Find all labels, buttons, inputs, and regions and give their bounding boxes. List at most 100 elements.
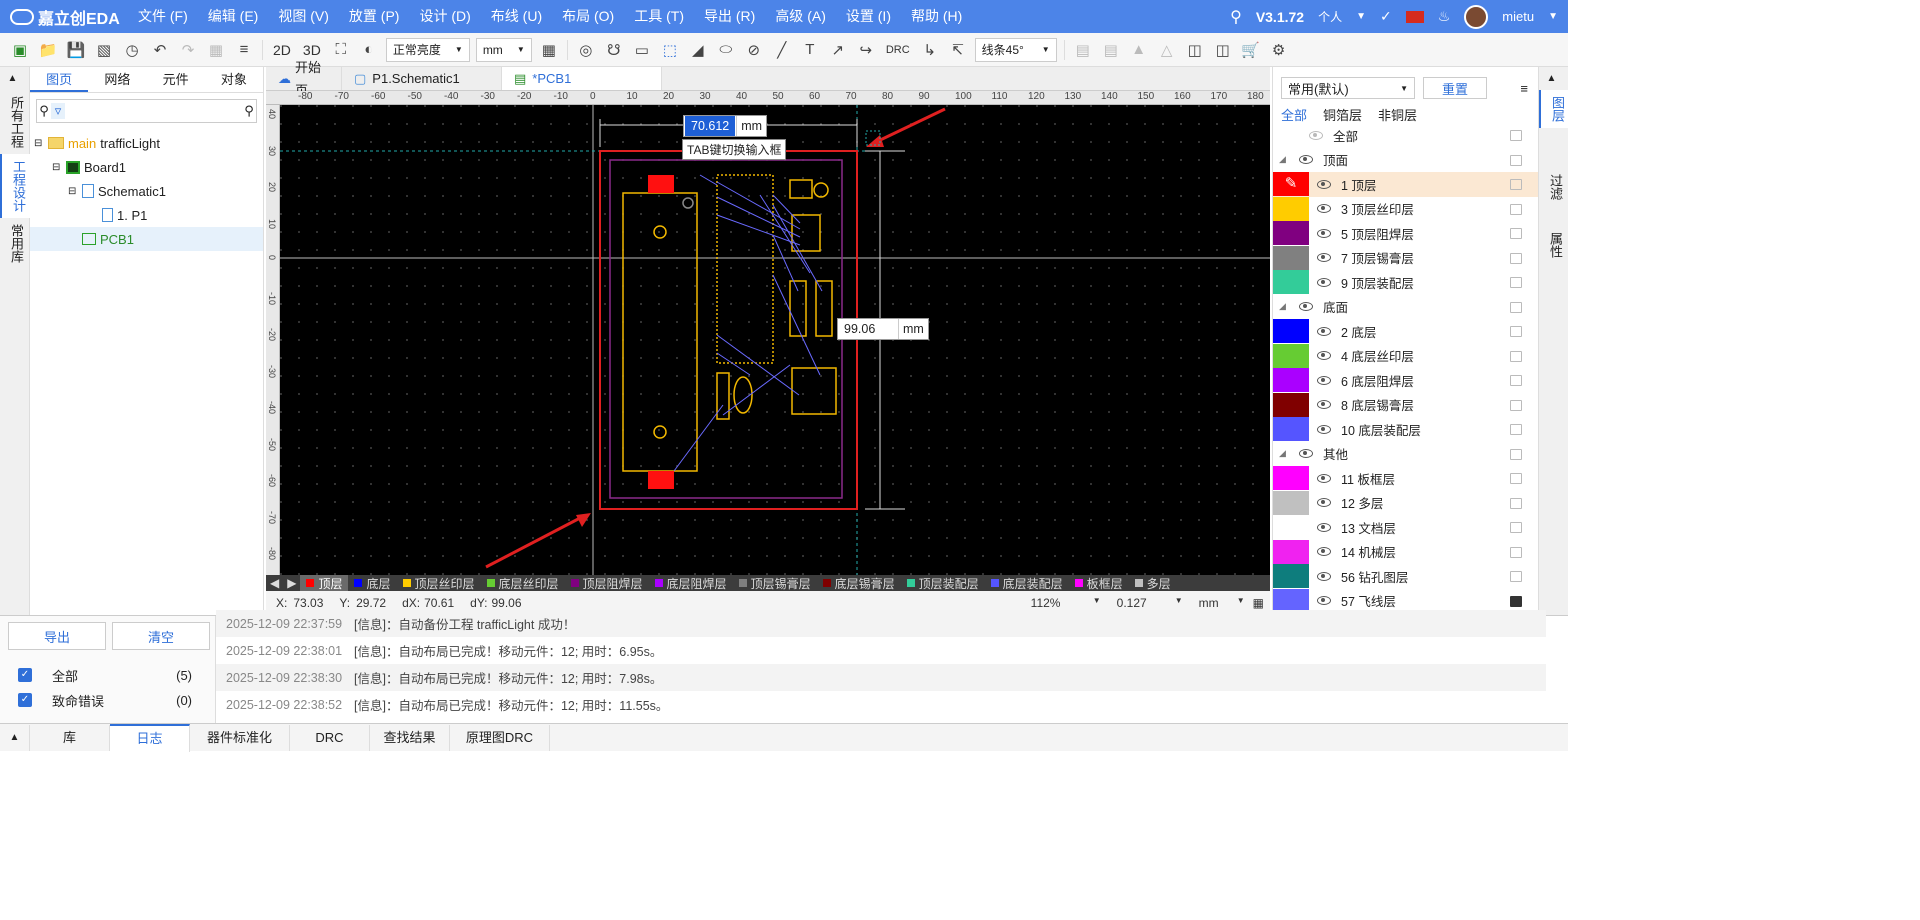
eye-icon[interactable]	[1317, 375, 1331, 385]
export-log-button[interactable]: 导出	[8, 622, 106, 650]
clear-log-button[interactable]: 清空	[112, 622, 210, 650]
tab-nets[interactable]: 网络	[88, 67, 146, 92]
layer-bar-item[interactable]: 多层	[1129, 575, 1177, 592]
layer-color-swatch[interactable]	[1273, 564, 1309, 589]
unlock-icon[interactable]	[1510, 522, 1522, 533]
layer-row[interactable]: 5 顶层阻焊层	[1273, 221, 1538, 246]
unlock-icon[interactable]	[1510, 326, 1522, 337]
redo-icon[interactable]: ↷	[174, 37, 202, 63]
layer-bar-item[interactable]: 顶层阻焊层	[565, 575, 649, 592]
text-icon[interactable]: T	[796, 37, 824, 63]
eye-icon[interactable]	[1299, 302, 1313, 312]
select-region-icon[interactable]: ⬚	[656, 37, 684, 63]
unit-select[interactable]: mm ▼	[475, 37, 532, 62]
distribute-icon[interactable]: ▤	[1097, 37, 1125, 63]
tree-search-input[interactable]	[65, 101, 242, 121]
checkbox-checked-icon[interactable]: ✓	[18, 693, 32, 707]
menu-route[interactable]: 布线 (U)	[481, 0, 552, 33]
unlock-icon[interactable]	[1510, 179, 1522, 190]
layer-settings-icon[interactable]: ≡	[1520, 81, 1528, 96]
layer-bar-item[interactable]: 顶层丝印层	[397, 575, 481, 592]
save-all-icon[interactable]: ▧	[90, 37, 118, 63]
align-left-icon[interactable]: ▤	[1069, 37, 1097, 63]
lock-icon[interactable]	[1510, 595, 1522, 607]
reset-button[interactable]: 重置	[1423, 77, 1487, 99]
layer-color-swatch[interactable]	[1273, 417, 1309, 442]
layer-filter-all[interactable]: 全部	[1281, 105, 1307, 123]
brightness-select[interactable]: 正常亮度 ▼	[385, 37, 470, 62]
layer-bar-item[interactable]: 底层阻焊层	[649, 575, 733, 592]
drc-button[interactable]: DRC	[880, 44, 916, 56]
eye-icon[interactable]	[1317, 253, 1331, 263]
scroll-left-icon[interactable]: ◀	[266, 576, 283, 590]
menu-design[interactable]: 设计 (D)	[409, 0, 480, 33]
layer-row[interactable]: 12 多层	[1273, 490, 1538, 516]
pcb-canvas[interactable]: 70.612 mm TAB键切换输入框 99.06 mm	[280, 105, 1270, 575]
unlock-icon[interactable]	[1510, 399, 1522, 411]
menu-file[interactable]: 文件 (F)	[128, 0, 198, 33]
polygon-icon[interactable]: ◢	[684, 37, 712, 63]
find-icon[interactable]: ≡	[230, 37, 258, 63]
layer-row[interactable]: 9 顶层装配层	[1273, 270, 1538, 295]
grid-size-select[interactable]: 0.127 ▼	[1117, 596, 1183, 610]
search-icon[interactable]: ⚲	[242, 103, 256, 119]
layer-color-swatch[interactable]	[1273, 196, 1309, 221]
layer-color-swatch[interactable]	[1273, 539, 1309, 564]
layer-row[interactable]: ✎ 1 顶层	[1273, 172, 1538, 197]
unlock-icon[interactable]	[1510, 277, 1522, 288]
layer-group-row[interactable]: 全部	[1273, 123, 1538, 148]
side-tab-filter[interactable]: 过滤	[1539, 168, 1572, 206]
tab-objects[interactable]: 对象	[205, 67, 263, 92]
open-folder-icon[interactable]: 📁	[34, 37, 62, 63]
chevron-down-icon[interactable]: ▼	[1356, 11, 1366, 22]
view-2d-button[interactable]: 2D	[267, 42, 297, 58]
order-pcb-icon[interactable]: 🛒	[1237, 37, 1265, 63]
grid-align-icon[interactable]: ▦	[202, 37, 230, 63]
zoom-select[interactable]: 112% ▼	[1031, 596, 1101, 610]
menu-view[interactable]: 视图 (V)	[268, 0, 339, 33]
layer-color-swatch[interactable]	[1273, 515, 1309, 540]
route-icon[interactable]: ↳	[916, 37, 944, 63]
unlock-icon[interactable]	[1510, 546, 1522, 558]
diff-pair-icon[interactable]: ↸	[944, 37, 972, 63]
eye-icon[interactable]	[1317, 596, 1331, 606]
height-value[interactable]: 99.06	[838, 319, 898, 339]
tab-pages[interactable]: 图页	[30, 67, 89, 92]
tree-item-board[interactable]: ⊟ Board1	[30, 155, 263, 179]
layer-color-swatch[interactable]	[1273, 270, 1309, 295]
layer-row[interactable]: 2 底层	[1273, 319, 1538, 344]
width-dimension-input[interactable]: 70.612 mm	[683, 115, 768, 137]
unlock-icon[interactable]	[1510, 154, 1522, 166]
layer-row[interactable]: 6 底层阻焊层	[1273, 368, 1538, 393]
account-type[interactable]: 个人	[1318, 8, 1342, 25]
side-tab-layers[interactable]: 图层	[1539, 90, 1574, 128]
layer-bar-item[interactable]: 底层锡膏层	[817, 575, 901, 592]
line-icon[interactable]: ╱	[768, 37, 796, 63]
tree-item-project[interactable]: ⊟ main trafficLight	[30, 131, 263, 155]
caret-down-icon[interactable]: ◢	[1279, 448, 1289, 459]
collapse-icon[interactable]: ⊟	[68, 186, 82, 197]
unlock-icon[interactable]	[1510, 497, 1522, 509]
china-flag-icon[interactable]	[1405, 10, 1424, 23]
menu-layout[interactable]: 布局 (O)	[552, 0, 624, 33]
unlock-icon[interactable]	[1510, 375, 1522, 386]
layer-row[interactable]: 11 板框层	[1273, 466, 1538, 491]
chevron-down-icon[interactable]: ▼	[1548, 11, 1558, 22]
layer-bar-item[interactable]: 底层装配层	[985, 575, 1069, 592]
side-tab-common-library[interactable]: 常用库	[0, 218, 33, 269]
no-connect-icon[interactable]: ⊘	[740, 37, 768, 63]
history-icon[interactable]: ◷	[118, 37, 146, 63]
layer-row[interactable]: 10 底层装配层	[1273, 417, 1538, 442]
unlock-icon[interactable]	[1510, 203, 1522, 215]
cloud-sync-icon[interactable]: ✓	[1380, 8, 1392, 25]
layer-filter-copper[interactable]: 铜箔层	[1323, 105, 1362, 123]
layer-color-swatch[interactable]	[1273, 490, 1309, 515]
menu-settings[interactable]: 设置 (I)	[836, 0, 901, 33]
unlock-icon[interactable]	[1510, 448, 1522, 460]
avatar[interactable]	[1464, 4, 1489, 29]
caret-down-icon[interactable]: ◢	[1279, 154, 1289, 165]
layer-color-swatch[interactable]	[1273, 343, 1309, 368]
layer-color-swatch[interactable]	[1273, 319, 1309, 344]
eye-icon[interactable]	[1317, 424, 1331, 434]
layer-filter-non-copper[interactable]: 非铜层	[1378, 105, 1417, 123]
